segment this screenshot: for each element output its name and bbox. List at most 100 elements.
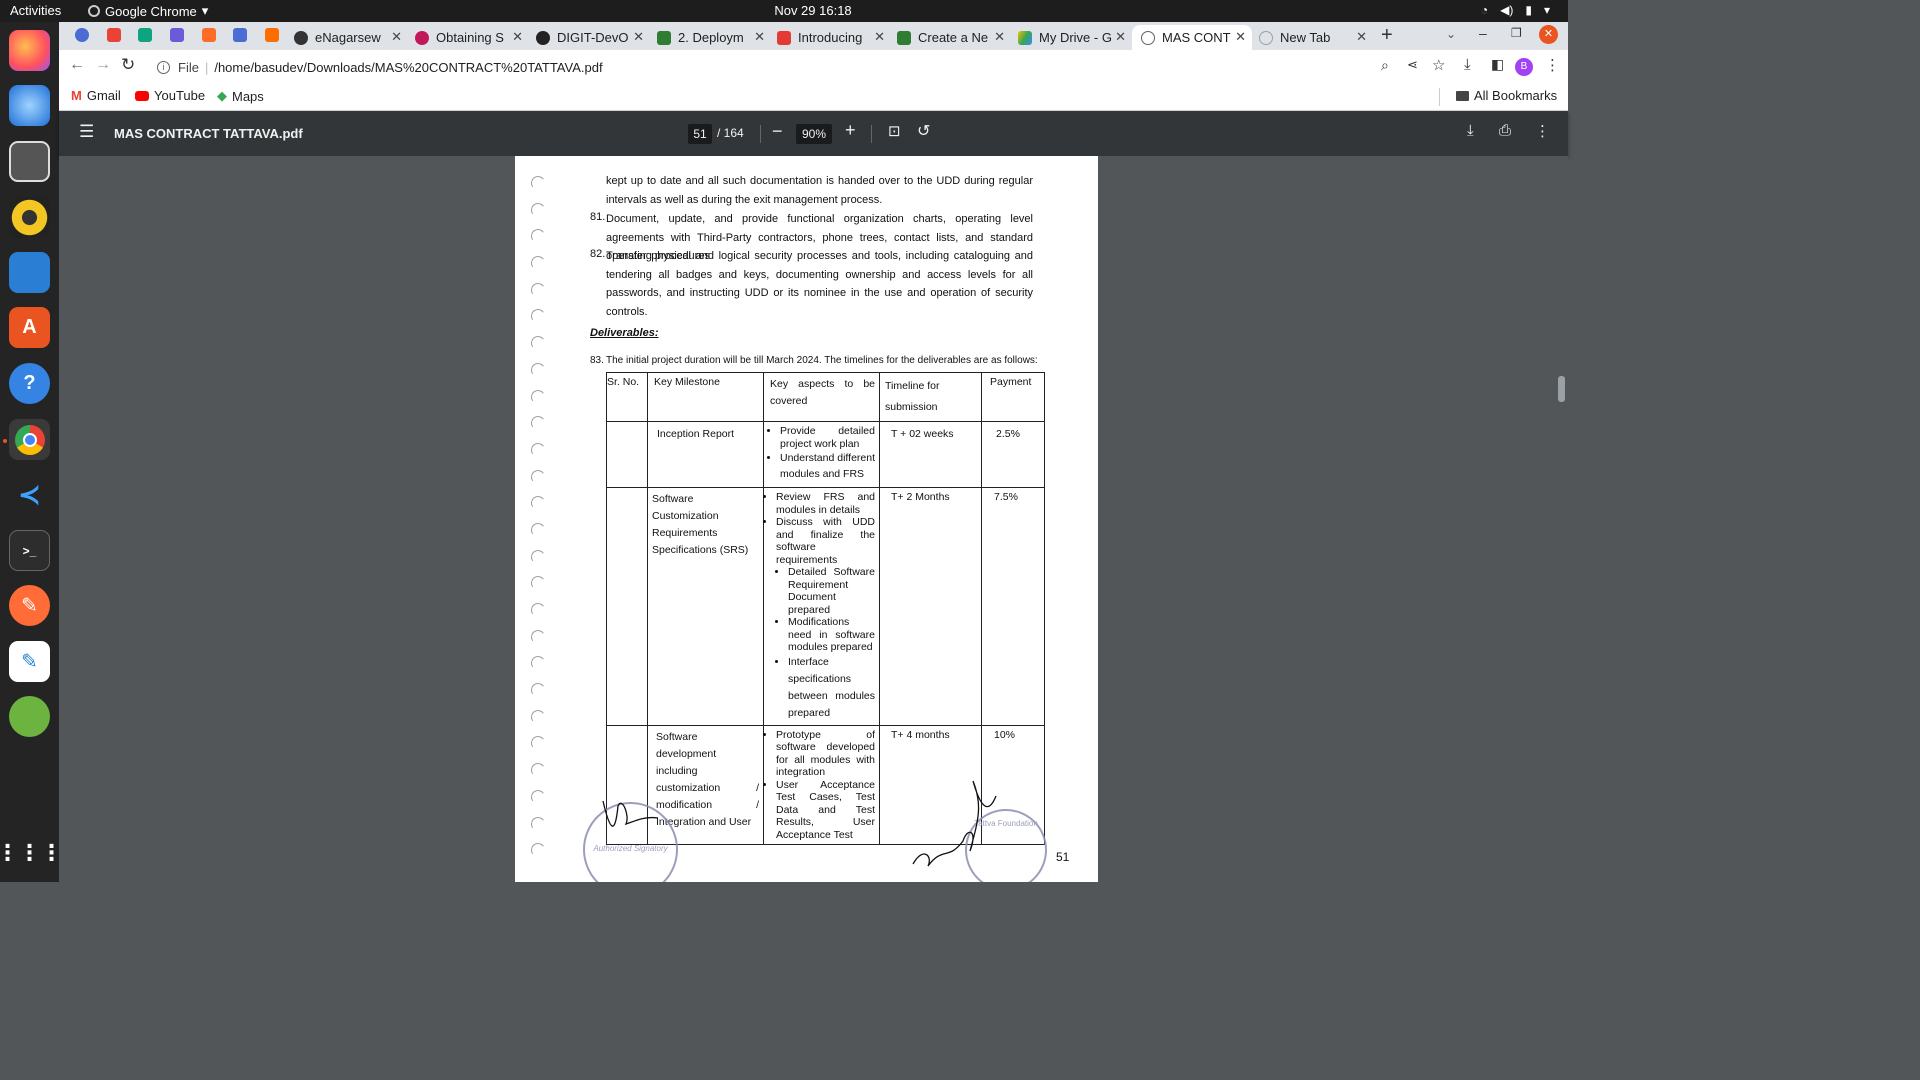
- system-tray[interactable]: ◔ ◀) ▮ ▾: [1481, 3, 1550, 17]
- close-icon[interactable]: ✕: [1356, 29, 1367, 45]
- table-row: Software Customization Requirements Spec…: [606, 487, 1045, 726]
- postman-icon[interactable]: ✎: [9, 585, 50, 626]
- pdf-toolbar: ☰ MAS CONTRACT TATTAVA.pdf 51 / 164 − 90…: [59, 111, 1568, 156]
- back-icon[interactable]: ←: [69, 56, 85, 74]
- close-icon[interactable]: ✕: [754, 29, 765, 45]
- chrome-dock-icon[interactable]: [9, 419, 50, 460]
- page-icon: [897, 30, 911, 45]
- close-icon[interactable]: ✕: [633, 29, 644, 45]
- restore-icon[interactable]: ❐: [1511, 26, 1522, 40]
- tab-mas-contract[interactable]: MAS CONT ✕: [1132, 25, 1252, 50]
- address-bar[interactable]: i File | /home/basudev/Downloads/MAS%20C…: [157, 54, 1454, 80]
- scrollbar-thumb[interactable]: [1558, 376, 1565, 402]
- close-icon[interactable]: ✕: [994, 29, 1005, 45]
- deliverables-table: Sr. No. Key Milestone Key aspects to be …: [606, 372, 1045, 845]
- close-icon[interactable]: ✕: [512, 29, 523, 45]
- table-header-row: Sr. No. Key Milestone Key aspects to be …: [606, 372, 1045, 422]
- tab-enagarsewa[interactable]: eNagarsew ✕: [294, 25, 408, 50]
- gmail-tab-icon[interactable]: [107, 28, 121, 42]
- files-icon[interactable]: [9, 141, 50, 182]
- app-center-icon[interactable]: A: [9, 307, 50, 348]
- all-bookmarks[interactable]: All Bookmarks: [1456, 88, 1557, 103]
- tab-my-drive[interactable]: My Drive - G ✕: [1018, 25, 1132, 50]
- payment-cell: 2.5%: [981, 421, 1045, 488]
- info-icon[interactable]: i: [157, 60, 170, 74]
- firefox-icon[interactable]: [9, 30, 50, 71]
- bookmark-maps[interactable]: ◆ Maps: [217, 88, 264, 104]
- writer-icon[interactable]: [9, 252, 50, 293]
- close-window-icon[interactable]: ✕: [1539, 25, 1558, 44]
- gitlab-tab-icon[interactable]: [202, 28, 216, 42]
- aspect-item: User Acceptance Test Cases, Test Data an…: [776, 779, 875, 842]
- clock[interactable]: Nov 29 16:18: [0, 3, 1626, 18]
- terminal-icon[interactable]: >_: [9, 530, 50, 571]
- tab-new-tab[interactable]: New Tab ✕: [1259, 25, 1373, 50]
- spring-tool-icon[interactable]: [9, 696, 50, 737]
- tab-icon-orange[interactable]: [265, 28, 279, 42]
- side-panel-icon[interactable]: ◧: [1491, 56, 1504, 73]
- tab-search-icon[interactable]: ⌄: [1446, 27, 1456, 41]
- bookmark-gmail[interactable]: M Gmail: [71, 88, 121, 103]
- bookmarks-bar: M Gmail YouTube ◆ Maps All Bookmarks: [59, 84, 1568, 111]
- paragraph-83: The initial project duration will be til…: [606, 355, 1038, 366]
- rhythmbox-icon[interactable]: [9, 197, 50, 238]
- signature-right: [912, 780, 997, 867]
- rotate-icon[interactable]: ↺: [917, 121, 930, 141]
- print-icon[interactable]: ⎙: [1499, 122, 1511, 139]
- link-tab-icon[interactable]: [233, 28, 247, 42]
- close-icon[interactable]: ✕: [1115, 29, 1126, 45]
- zoom-in-icon[interactable]: +: [845, 120, 856, 141]
- power-menu-icon: ▾: [1543, 3, 1550, 17]
- fit-page-icon[interactable]: ⊡: [888, 122, 901, 140]
- bookmark-youtube[interactable]: YouTube: [135, 88, 205, 103]
- paragraph-continued: kept up to date and all such documentati…: [606, 175, 1033, 206]
- gemini-tab-icon[interactable]: [170, 28, 184, 42]
- youtube-icon: [135, 90, 149, 101]
- zoom-icon[interactable]: ⌕: [1381, 57, 1389, 74]
- minimize-icon[interactable]: –: [1479, 25, 1487, 41]
- pinned-tab-icon[interactable]: [75, 28, 89, 42]
- menu-icon[interactable]: ⋮: [1545, 56, 1560, 74]
- help-icon[interactable]: ?: [9, 363, 50, 404]
- forward-icon[interactable]: →: [95, 56, 111, 74]
- payment-cell: 7.5%: [981, 487, 1045, 726]
- bookmark-star-icon[interactable]: ☆: [1432, 56, 1445, 74]
- text-editor-icon[interactable]: ✎: [9, 641, 50, 682]
- running-indicator: [3, 439, 7, 443]
- aspect-item: Review FRS and modules in details: [776, 491, 875, 516]
- folder-icon: [1456, 90, 1469, 101]
- tab-introducing[interactable]: Introducing ✕: [777, 25, 891, 50]
- chatgpt-tab-icon[interactable]: [138, 28, 152, 42]
- download-icon[interactable]: ⤓: [1464, 56, 1471, 73]
- page-number-input[interactable]: 51: [688, 124, 712, 144]
- new-tab-button[interactable]: +: [1381, 24, 1393, 47]
- deliverables-heading: Deliverables:: [590, 327, 659, 339]
- tab-deployment[interactable]: 2. Deploym ✕: [657, 25, 771, 50]
- close-icon[interactable]: ✕: [874, 29, 885, 45]
- reload-icon[interactable]: ↻: [121, 55, 135, 75]
- share-icon[interactable]: ⋖: [1407, 57, 1418, 73]
- zoom-input[interactable]: 90%: [796, 124, 832, 144]
- volume-icon: ◀): [1500, 3, 1514, 17]
- pdf-download-icon[interactable]: ⤓: [1467, 122, 1474, 139]
- hamburger-menu-icon[interactable]: ☰: [79, 122, 94, 142]
- close-icon[interactable]: ✕: [391, 29, 402, 45]
- tab-create-new[interactable]: Create a Ne ✕: [897, 25, 1011, 50]
- page-total: / 164: [717, 126, 744, 140]
- profile-avatar[interactable]: B: [1515, 58, 1533, 76]
- maps-icon: ◆: [217, 88, 227, 103]
- thunderbird-icon[interactable]: [9, 85, 50, 126]
- milestone-cell: Software Customization Requirements Spec…: [647, 487, 764, 726]
- close-icon[interactable]: ✕: [1235, 29, 1246, 45]
- aspect-item: Understand different modules and FRS: [780, 450, 875, 482]
- aspects-cell: Review FRS and modules in detailsDiscuss…: [763, 487, 880, 726]
- zoom-out-icon[interactable]: −: [772, 121, 783, 142]
- show-apps-icon[interactable]: ⋮⋮⋮: [0, 832, 63, 873]
- wifi-icon: ◔: [1480, 3, 1489, 17]
- pdf-more-icon[interactable]: ⋮: [1535, 122, 1550, 140]
- milestone-cell: Inception Report: [647, 421, 764, 488]
- tab-digit-devops[interactable]: DIGIT-DevO ✕: [536, 25, 650, 50]
- vscode-icon[interactable]: ≺: [9, 474, 50, 515]
- tab-obtaining[interactable]: Obtaining S ✕: [415, 25, 529, 50]
- pdf-viewport[interactable]: kept up to date and all such documentati…: [59, 156, 1568, 882]
